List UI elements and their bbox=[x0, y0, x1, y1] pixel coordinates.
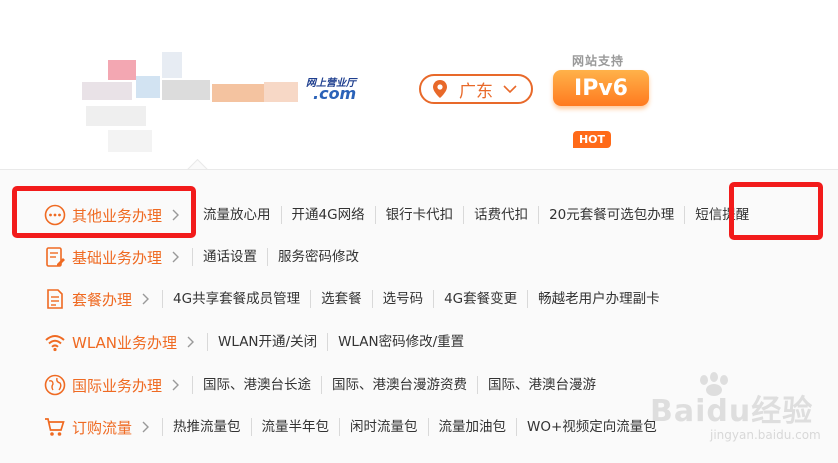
menu-row-basic: 基础业务办理 通话设置 服务密码修改 bbox=[44, 242, 369, 272]
menu-item-bill-debit[interactable]: 话费代扣 bbox=[463, 206, 538, 224]
menu-item-hot-traffic-pack[interactable]: 热推流量包 bbox=[162, 418, 251, 436]
menu-item-intl-roaming[interactable]: 国际、港澳台漫游 bbox=[477, 376, 606, 394]
chevron-right-icon bbox=[142, 293, 150, 305]
category-label: 订购流量 bbox=[72, 418, 133, 437]
menu-item-wlan-password[interactable]: WLAN密码修改/重置 bbox=[327, 333, 474, 351]
menu-row-intl: 国际业务办理 国际、港澳台长途 国际、港澳台漫游资费 国际、港澳台漫游 bbox=[44, 370, 606, 400]
menu-row-other: 其他业务办理 流量放心用 开通4G网络 银行卡代扣 话费代扣 20元套餐可选包办… bbox=[44, 200, 759, 230]
category-other-business[interactable]: 其他业务办理 bbox=[44, 204, 192, 226]
category-label: 基础业务办理 bbox=[72, 248, 163, 267]
category-plan-business[interactable]: 套餐办理 bbox=[44, 288, 162, 310]
category-basic-business[interactable]: 基础业务办理 bbox=[44, 246, 192, 268]
chevron-right-icon bbox=[172, 209, 180, 221]
region-label: 广东 bbox=[459, 81, 493, 102]
menu-row-wlan: WLAN业务办理 WLAN开通/关闭 WLAN密码修改/重置 bbox=[44, 327, 474, 357]
menu-item-intl-roaming-rates[interactable]: 国际、港澳台漫游资费 bbox=[321, 376, 477, 394]
chevron-right-icon bbox=[187, 336, 195, 348]
menu-item-bank-card-debit[interactable]: 银行卡代扣 bbox=[374, 206, 464, 224]
baidu-watermark: Baidu经验 jingyan.baidu.com bbox=[640, 372, 830, 452]
menu-row-plan: 套餐办理 4G共享套餐成员管理 选套餐 选号码 4G套餐变更 畅越老用户办理副卡 bbox=[44, 284, 670, 314]
blurred-logo bbox=[78, 48, 318, 156]
logo-text-domain: .com bbox=[313, 84, 357, 103]
chevron-down-icon bbox=[503, 85, 517, 94]
menu-item-service-password[interactable]: 服务密码修改 bbox=[267, 248, 369, 266]
menu-item-4g-shared-members[interactable]: 4G共享套餐成员管理 bbox=[162, 290, 310, 308]
menu-item-refuel-pack[interactable]: 流量加油包 bbox=[427, 418, 517, 436]
plan-document-icon bbox=[47, 289, 63, 309]
location-pin-icon bbox=[433, 80, 447, 98]
category-label: 其他业务办理 bbox=[72, 206, 163, 225]
watermark-main: Baidu经验 bbox=[650, 394, 814, 429]
menu-item-traffic-worry-free[interactable]: 流量放心用 bbox=[192, 206, 281, 224]
menu-item-sms-reminder[interactable]: 短信提醒 bbox=[684, 206, 759, 224]
menu-item-wlan-toggle[interactable]: WLAN开通/关闭 bbox=[207, 333, 327, 351]
menu-item-choose-plan[interactable]: 选套餐 bbox=[310, 290, 372, 308]
shopping-cart-icon bbox=[45, 418, 65, 436]
chevron-right-icon bbox=[172, 379, 180, 391]
menu-item-choose-number[interactable]: 选号码 bbox=[371, 290, 434, 308]
globe-icon bbox=[44, 374, 66, 396]
menu-item-enable-4g[interactable]: 开通4G网络 bbox=[280, 206, 375, 224]
chevron-right-icon bbox=[172, 251, 180, 263]
ipv6-badge: IPv6 bbox=[553, 70, 649, 106]
more-circle-icon bbox=[44, 204, 66, 226]
category-label: WLAN业务办理 bbox=[72, 333, 178, 352]
menu-item-half-year-pack[interactable]: 流量半年包 bbox=[250, 418, 340, 436]
category-label: 国际业务办理 bbox=[72, 376, 163, 395]
watermark-sub: jingyan.baidu.com bbox=[710, 428, 821, 442]
category-label: 套餐办理 bbox=[72, 290, 133, 309]
category-wlan-business[interactable]: WLAN业务办理 bbox=[44, 331, 207, 353]
hot-badge: HOT bbox=[573, 131, 611, 148]
chevron-right-icon bbox=[142, 421, 150, 433]
menu-item-idle-time-pack[interactable]: 闲时流量包 bbox=[339, 418, 428, 436]
ipv6-caption: 网站支持 bbox=[572, 54, 625, 68]
menu-item-intl-long-distance[interactable]: 国际、港澳台长途 bbox=[192, 376, 321, 394]
menu-item-4g-plan-change[interactable]: 4G套餐变更 bbox=[433, 290, 527, 308]
wifi-icon bbox=[45, 335, 65, 352]
category-order-traffic[interactable]: 订购流量 bbox=[44, 416, 162, 438]
category-intl-business[interactable]: 国际业务办理 bbox=[44, 374, 192, 396]
document-edit-icon bbox=[46, 247, 65, 267]
menu-item-secondary-card[interactable]: 畅越老用户办理副卡 bbox=[527, 290, 670, 308]
region-selector[interactable]: 广东 bbox=[419, 74, 533, 104]
menu-item-call-settings[interactable]: 通话设置 bbox=[192, 248, 267, 266]
menu-item-20-yuan-package[interactable]: 20元套餐可选包办理 bbox=[538, 206, 684, 224]
menu-row-traffic: 订购流量 热推流量包 流量半年包 闲时流量包 流量加油包 WO+视频定向流量包 bbox=[44, 412, 667, 442]
